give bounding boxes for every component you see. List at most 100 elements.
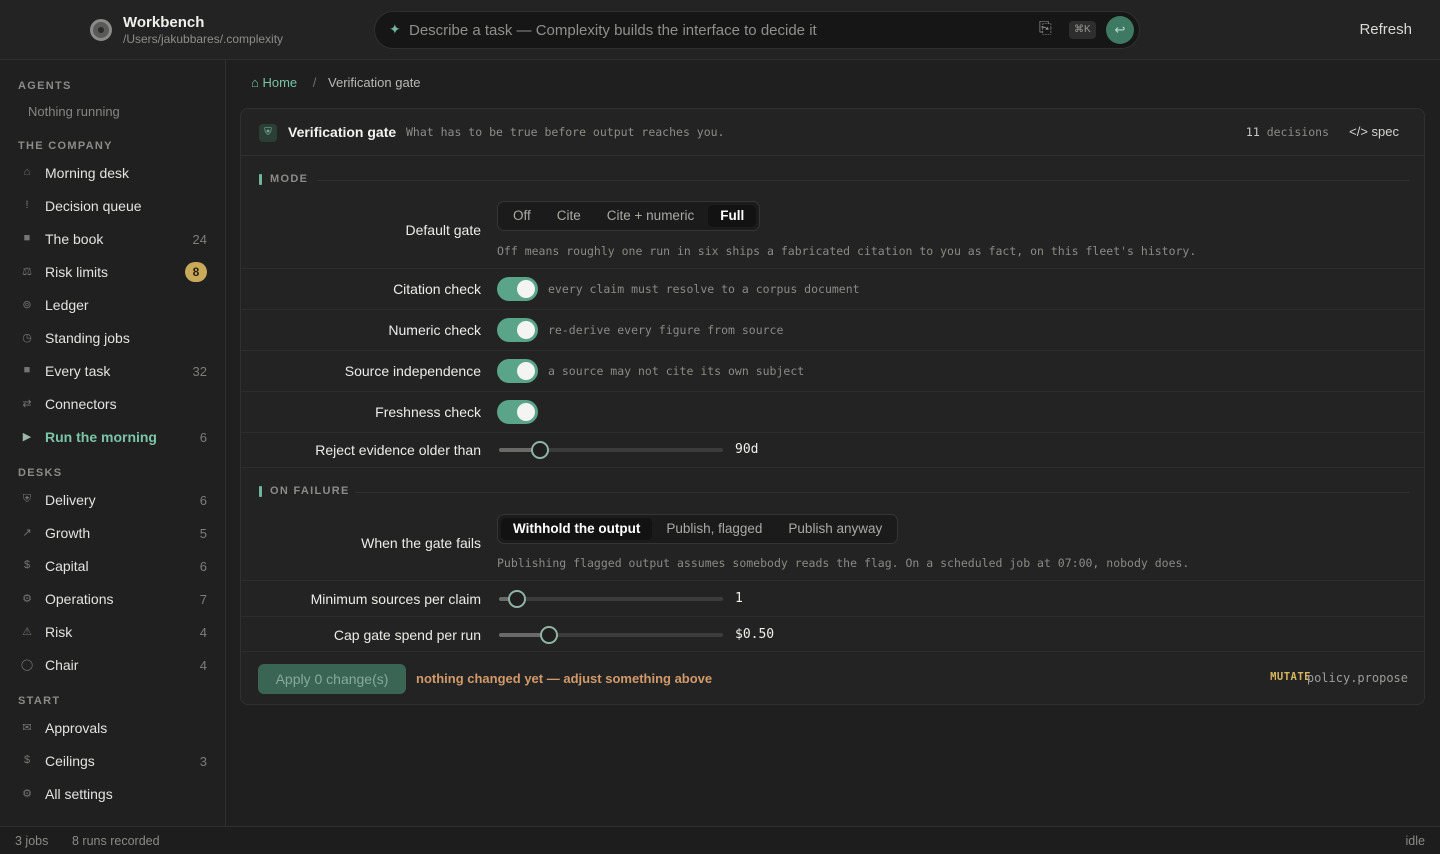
sidebar-item-every-task[interactable]: ■ Every task 32 (0, 358, 225, 386)
shield-icon: ⛨ (22, 493, 32, 505)
divider (355, 492, 1409, 493)
square-icon: ■ (23, 364, 31, 376)
mail-icon: ✉ (22, 722, 32, 734)
sidebar-item-growth[interactable]: ↗ Growth 5 (0, 520, 225, 548)
sidebar-item-morning-desk[interactable]: ⌂ Morning desk (0, 160, 225, 188)
sidebar-item-chair[interactable]: ◯ Chair 4 (0, 652, 225, 680)
item-count: 4 (199, 658, 207, 673)
slider-handle[interactable] (508, 590, 526, 608)
breadcrumb-separator: / (312, 75, 317, 90)
slider-handle[interactable] (531, 441, 549, 459)
sidebar-item-label: Growth (45, 525, 91, 541)
sidebar-item-label: Decision queue (45, 198, 142, 214)
option-publish-anyway[interactable]: Publish anyway (776, 518, 894, 540)
task-input[interactable] (409, 18, 1029, 42)
mutate-tag: MUTATE (1270, 671, 1311, 683)
sidebar-item-operations[interactable]: ⚙ Operations 7 (0, 586, 225, 614)
when-fails-label: When the gate fails (361, 535, 481, 551)
sidebar-item-ledger[interactable]: ⊚ Ledger (0, 292, 225, 320)
item-count: 7 (199, 592, 207, 607)
item-count: 32 (192, 364, 207, 379)
cap-spend-slider[interactable] (499, 626, 723, 644)
sidebar-item-risk[interactable]: ⚠ Risk 4 (0, 619, 225, 647)
row-divider (241, 268, 1424, 269)
numeric-check-toggle[interactable] (497, 318, 538, 342)
count-badge: 8 (185, 262, 207, 282)
freshness-check-toggle[interactable] (497, 400, 538, 424)
apply-changes-button[interactable]: Apply 0 change(s) (258, 664, 406, 694)
clock-icon: ◷ (22, 332, 32, 344)
option-publish-flagged[interactable]: Publish, flagged (654, 518, 774, 540)
warning-icon: ⚠ (22, 626, 32, 638)
sidebar-item-capital[interactable]: $ Capital 6 (0, 553, 225, 581)
min-sources-value: 1 (735, 591, 743, 606)
nothing-running-text: Nothing running (28, 104, 120, 119)
on-failure-section-heading: ON FAILURE (259, 484, 1409, 500)
breadcrumb: ⌂ Home / Verification gate (251, 75, 421, 90)
sidebar-item-label: Approvals (45, 720, 108, 736)
cap-spend-label: Cap gate spend per run (333, 627, 481, 643)
default-gate-label: Default gate (405, 222, 482, 238)
app-title: Workbench (123, 14, 205, 31)
trend-arrow-icon: ↗ (22, 527, 32, 539)
on-failure-heading-label: ON FAILURE (270, 485, 350, 497)
decisions-number: 11 (1245, 125, 1260, 139)
sidebar-item-run-the-morning[interactable]: ▶ Run the morning 6 (0, 424, 225, 452)
toggle-description: re-derive every figure from source (548, 323, 784, 337)
cap-spend-value: $0.50 (735, 627, 775, 642)
citation-check-toggle[interactable] (497, 277, 538, 301)
refresh-button[interactable]: Refresh (1359, 21, 1412, 38)
item-count: 6 (199, 559, 207, 574)
option-cite[interactable]: Cite (545, 205, 593, 227)
sidebar-item-standing-jobs[interactable]: ◷ Standing jobs (0, 325, 225, 353)
status-bar: 3 jobs 8 runs recorded idle (0, 826, 1440, 854)
freshness-check-label: Freshness check (375, 404, 481, 420)
sidebar-item-delivery[interactable]: ⛨ Delivery 6 (0, 487, 225, 515)
option-cite-numeric[interactable]: Cite + numeric (595, 205, 706, 227)
breadcrumb-home-link[interactable]: ⌂ Home (251, 75, 297, 90)
option-full[interactable]: Full (708, 205, 757, 227)
sidebar-item-connectors[interactable]: ⇄ Connectors (0, 391, 225, 419)
option-withhold-the-output[interactable]: Withhold the output (501, 518, 653, 540)
top-bar: Workbench /Users/jakubbares/.complexity … (0, 0, 1440, 60)
sidebar-item-label: Risk (45, 624, 73, 640)
item-count: 3 (199, 754, 207, 769)
paperclip-icon[interactable]: ⎘ (1039, 20, 1052, 38)
sidebar-item-label: Every task (45, 363, 111, 379)
row-divider (241, 432, 1424, 433)
sidebar-item-all-settings[interactable]: ⚙ All settings (0, 781, 225, 809)
when-fails-selector: Withhold the output Publish, flagged Publi… (497, 514, 899, 544)
min-sources-slider[interactable] (499, 590, 723, 608)
scale-icon: ⚖ (22, 266, 32, 278)
sidebar-item-label: Capital (45, 558, 89, 574)
sidebar-item-risk-limits[interactable]: ⚖ Risk limits 8 (0, 259, 225, 287)
submit-task-button[interactable]: ↩ (1106, 16, 1134, 44)
reject-older-value: 90d (735, 442, 759, 457)
row-divider (241, 350, 1424, 351)
sidebar-item-ceilings[interactable]: $ Ceilings 3 (0, 748, 225, 776)
item-count: 6 (199, 493, 207, 508)
source-independence-toggle[interactable] (497, 359, 538, 383)
sidebar-item-label: Connectors (45, 396, 117, 412)
spec-button[interactable]: </> spec (1349, 124, 1399, 139)
item-count: 4 (199, 625, 207, 640)
row-divider (241, 467, 1424, 468)
sidebar-item-approvals[interactable]: ✉ Approvals (0, 715, 225, 743)
dollar-icon: $ (23, 754, 31, 766)
panel-title: Verification gate (288, 124, 397, 140)
workbench-logo-icon (90, 19, 112, 41)
section-marker (259, 486, 262, 497)
slider-handle[interactable] (540, 626, 558, 644)
sidebar-item-decision-queue[interactable]: ! Decision queue (0, 193, 225, 221)
verification-gate-panel: ⛨ Verification gate What has to be true … (240, 108, 1425, 705)
gear-icon: ⚙ (22, 788, 32, 800)
reject-older-slider[interactable] (499, 441, 723, 459)
item-count: 24 (192, 232, 207, 247)
sidebar-item-label: Risk limits (45, 264, 108, 280)
home-icon: ⌂ (23, 166, 31, 178)
apply-status-note: nothing changed yet — adjust something a… (416, 671, 713, 686)
sidebar-item-the-book[interactable]: ■ The book 24 (0, 226, 225, 254)
option-off[interactable]: Off (501, 205, 543, 227)
workspace-path: /Users/jakubbares/.complexity (123, 32, 284, 46)
panel-subtitle: What has to be true before output reache… (406, 125, 725, 139)
